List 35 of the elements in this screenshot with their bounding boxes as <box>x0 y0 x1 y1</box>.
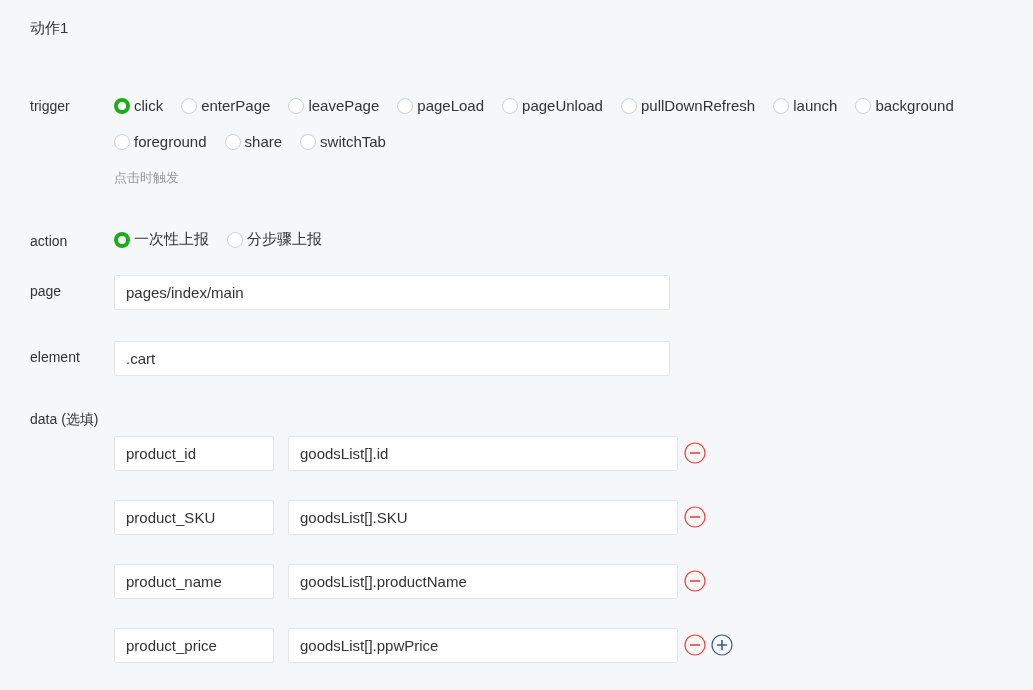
add-icon[interactable] <box>711 634 733 656</box>
text-input[interactable]: product_name <box>114 563 274 599</box>
radio-option[interactable]: switchTab <box>300 132 386 152</box>
radio-option[interactable]: foreground <box>114 132 207 152</box>
remove-icon[interactable] <box>684 634 706 656</box>
remove-icon[interactable] <box>684 442 706 464</box>
radio-option[interactable]: 分步骤上报 <box>227 229 322 250</box>
field-label: page <box>30 281 63 301</box>
radio-option[interactable]: pageUnload <box>502 96 603 116</box>
radio-option[interactable]: enterPage <box>181 96 271 116</box>
remove-icon[interactable] <box>684 506 706 528</box>
text-input[interactable]: pages/index/main <box>114 274 670 310</box>
remove-icon[interactable] <box>684 570 706 592</box>
field-label: element <box>30 347 81 367</box>
field-label: data (选填) <box>30 409 100 429</box>
field-label: action <box>30 231 69 251</box>
text-input[interactable]: product_price <box>114 627 274 663</box>
radio-option[interactable]: pageLoad <box>397 96 485 116</box>
radio-option[interactable]: launch <box>773 96 838 116</box>
text-input[interactable]: product_SKU <box>114 499 274 535</box>
radio-option[interactable]: click <box>114 96 164 116</box>
section-title: 动作1 <box>30 18 70 38</box>
text-input[interactable]: goodsList[].ppwPrice <box>288 627 678 663</box>
hint-text: 点击时触发 <box>114 169 180 187</box>
radio-option[interactable]: background <box>855 96 954 116</box>
text-input[interactable]: goodsList[].id <box>288 435 678 471</box>
text-input[interactable]: goodsList[].SKU <box>288 499 678 535</box>
radio-option[interactable]: 一次性上报 <box>114 229 209 250</box>
radio-option[interactable]: leavePage <box>288 96 380 116</box>
radio-option[interactable]: pullDownRefresh <box>620 96 756 116</box>
text-input[interactable]: product_id <box>114 435 274 471</box>
radio-option[interactable]: share <box>224 132 283 152</box>
field-label: trigger <box>30 97 71 116</box>
text-input[interactable]: .cart <box>114 340 670 376</box>
text-input[interactable]: goodsList[].productName <box>288 563 678 599</box>
